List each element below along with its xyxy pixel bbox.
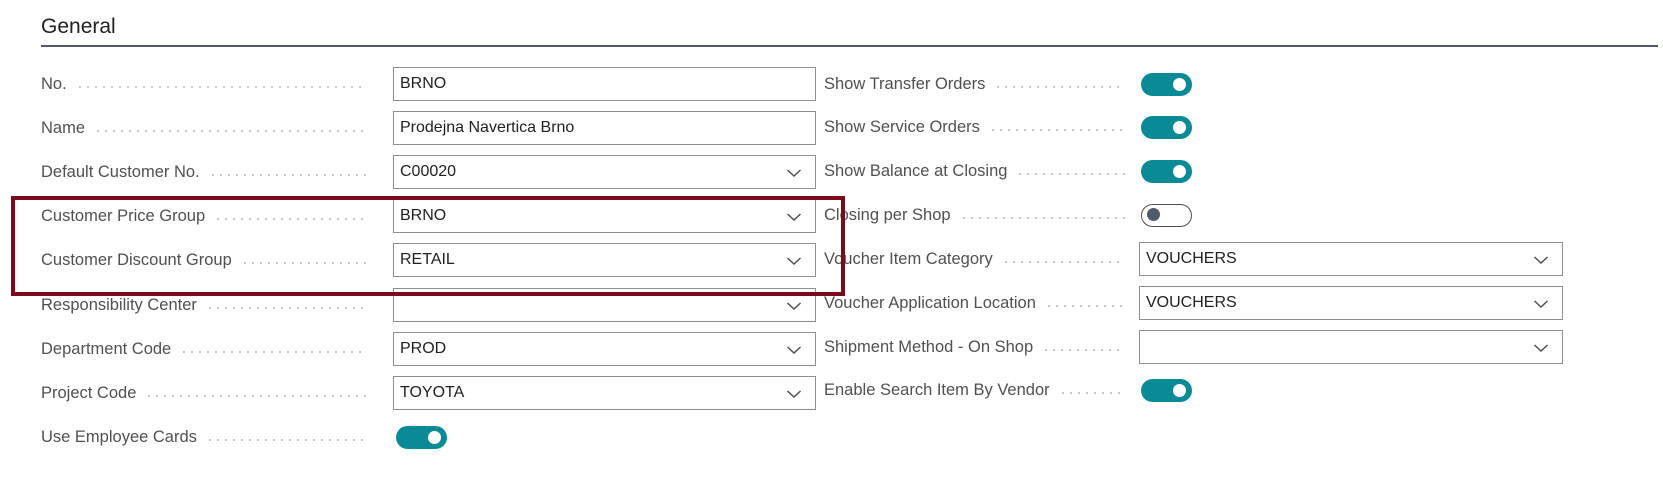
voucher-application-location-dropdown[interactable]: VOUCHERS	[1139, 286, 1563, 320]
chevron-down-icon[interactable]	[786, 298, 802, 314]
field-label: Project Code	[41, 383, 137, 402]
field-value: Prodejna Navertica Brno	[400, 119, 575, 136]
field-label: Responsibility Center	[41, 295, 197, 314]
field-row-project-code: Project Code TOYOTA	[41, 376, 816, 410]
field-label: Show Service Orders	[824, 117, 980, 136]
caption-dots	[208, 173, 367, 176]
caption-dots	[1042, 348, 1125, 351]
field-caption: Voucher Application Location	[824, 286, 1133, 320]
field-row-enable-search-item-by-vendor: Enable Search Item By Vendor	[824, 373, 1192, 407]
general-fasttab: General No. BRNO Name Prodejna Navertica…	[0, 0, 1663, 500]
field-label: Shipment Method - On Shop	[824, 337, 1034, 356]
default-customer-no-dropdown[interactable]: C00020	[393, 155, 816, 189]
field-label: Voucher Item Category	[824, 249, 993, 268]
department-code-dropdown[interactable]: PROD	[393, 332, 816, 366]
field-row-use-employee-cards: Use Employee Cards	[41, 420, 447, 454]
show-service-orders-toggle[interactable]	[1141, 115, 1192, 139]
field-label: Enable Search Item By Vendor	[824, 380, 1050, 399]
field-caption: Name	[41, 111, 375, 145]
highlight-box	[11, 196, 845, 296]
use-employee-cards-toggle[interactable]	[396, 425, 447, 449]
field-caption: Department Code	[41, 332, 375, 366]
project-code-dropdown[interactable]: TOYOTA	[393, 376, 816, 410]
no-input[interactable]: BRNO	[393, 67, 816, 101]
field-row-voucher-application-location: Voucher Application Location VOUCHERS	[824, 286, 1563, 320]
field-row-no: No. BRNO	[41, 67, 816, 101]
caption-dots	[94, 129, 367, 132]
chevron-down-icon[interactable]	[786, 386, 802, 402]
field-row-show-service-orders: Show Service Orders	[824, 110, 1192, 144]
caption-dots	[205, 438, 367, 441]
field-caption: Enable Search Item By Vendor	[824, 373, 1133, 407]
chevron-down-icon[interactable]	[786, 165, 802, 181]
chevron-down-icon[interactable]	[1533, 252, 1549, 268]
caption-dots	[1001, 260, 1125, 263]
section-title: General	[41, 15, 116, 38]
field-label: Name	[41, 118, 86, 137]
field-label: Use Employee Cards	[41, 427, 197, 446]
field-row-department-code: Department Code PROD	[41, 332, 816, 366]
field-row-shipment-method-on-shop: Shipment Method - On Shop	[824, 330, 1563, 364]
chevron-down-icon[interactable]	[1533, 340, 1549, 356]
caption-dots	[205, 306, 367, 309]
field-label: Default Customer No.	[41, 162, 200, 181]
closing-per-shop-toggle[interactable]	[1141, 203, 1192, 227]
toggle-knob	[1173, 77, 1186, 91]
field-label: No.	[41, 74, 67, 93]
caption-dots	[145, 394, 367, 397]
chevron-down-icon[interactable]	[1533, 296, 1549, 312]
field-value: VOUCHERS	[1146, 294, 1237, 311]
field-caption: Default Customer No.	[41, 155, 375, 189]
field-row-show-transfer-orders: Show Transfer Orders	[824, 67, 1192, 101]
field-value: VOUCHERS	[1146, 250, 1237, 267]
field-row-show-balance-at-closing: Show Balance at Closing	[824, 154, 1192, 188]
toggle-knob	[1173, 383, 1186, 397]
caption-dots	[988, 128, 1125, 131]
caption-dots	[1016, 172, 1125, 175]
field-label: Department Code	[41, 339, 172, 358]
enable-search-item-by-vendor-toggle[interactable]	[1141, 378, 1192, 402]
caption-dots	[180, 350, 367, 353]
field-caption: Use Employee Cards	[41, 420, 375, 454]
field-value: TOYOTA	[400, 384, 465, 401]
field-label: Show Balance at Closing	[824, 161, 1008, 180]
field-caption: Voucher Item Category	[824, 242, 1133, 276]
field-row-name: Name Prodejna Navertica Brno	[41, 111, 816, 145]
field-caption: Show Balance at Closing	[824, 154, 1133, 188]
field-caption: Project Code	[41, 376, 375, 410]
caption-dots	[75, 85, 367, 88]
shipment-method-on-shop-dropdown[interactable]	[1139, 330, 1563, 364]
voucher-item-category-dropdown[interactable]: VOUCHERS	[1139, 242, 1563, 276]
toggle-knob	[1173, 120, 1186, 134]
field-row-default-customer-no: Default Customer No. C00020	[41, 155, 816, 189]
show-transfer-orders-toggle[interactable]	[1141, 72, 1192, 96]
field-caption: No.	[41, 67, 375, 101]
toggle-knob	[1147, 208, 1160, 221]
field-value: C00020	[400, 163, 457, 180]
field-label: Show Transfer Orders	[824, 74, 986, 93]
field-caption: Show Transfer Orders	[824, 67, 1133, 101]
field-caption: Shipment Method - On Shop	[824, 330, 1133, 364]
toggle-knob	[428, 430, 441, 444]
show-balance-at-closing-toggle[interactable]	[1141, 159, 1192, 183]
chevron-down-icon[interactable]	[786, 342, 802, 358]
field-label: Voucher Application Location	[824, 293, 1036, 312]
caption-dots	[1044, 304, 1125, 307]
field-caption: Show Service Orders	[824, 110, 1133, 144]
name-input[interactable]: Prodejna Navertica Brno	[393, 111, 816, 145]
caption-dots	[1058, 391, 1125, 394]
caption-dots	[994, 85, 1125, 88]
caption-dots	[959, 216, 1125, 219]
field-row-voucher-item-category: Voucher Item Category VOUCHERS	[824, 242, 1563, 276]
field-row-closing-per-shop: Closing per Shop	[824, 198, 1192, 232]
section-header[interactable]: General	[41, 14, 1658, 47]
field-value: BRNO	[400, 75, 447, 92]
field-caption: Closing per Shop	[824, 198, 1133, 232]
field-value: PROD	[400, 340, 447, 357]
toggle-knob	[1173, 164, 1186, 178]
